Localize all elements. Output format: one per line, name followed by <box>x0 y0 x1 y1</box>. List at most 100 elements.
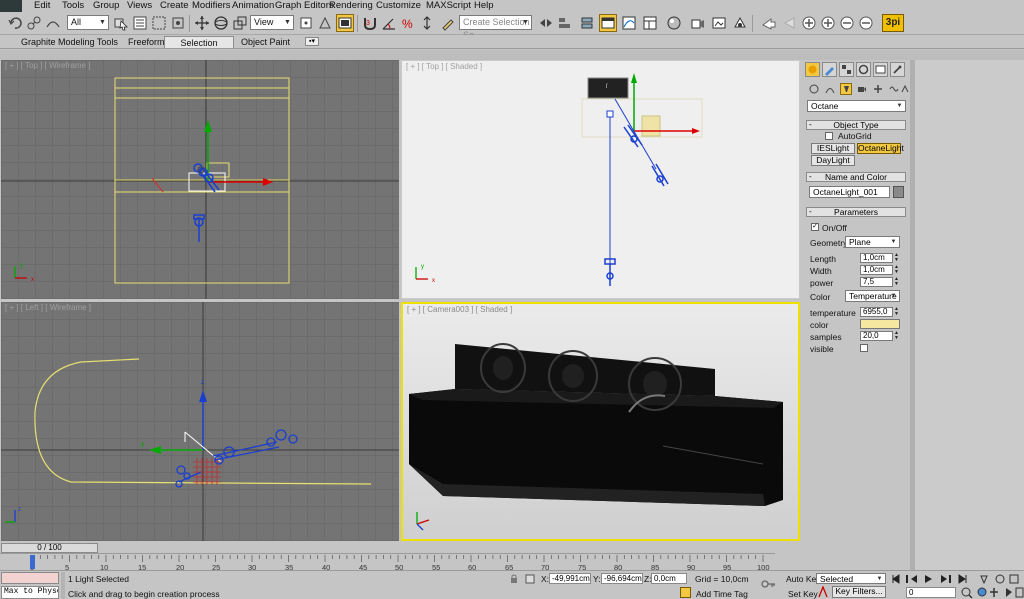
reference-coordinate-dropdown[interactable]: View ▼ <box>250 15 294 30</box>
graphite-toggle-icon[interactable] <box>599 14 617 32</box>
menu-customize[interactable]: Customize <box>376 0 421 12</box>
pivot-center-icon[interactable] <box>297 14 315 32</box>
selection-filter-dropdown[interactable]: All ▼ <box>67 15 109 30</box>
rollout-parameters[interactable]: - Parameters <box>806 207 906 217</box>
modify-tab-icon[interactable] <box>822 62 837 77</box>
curve-editor-icon[interactable] <box>620 14 638 32</box>
tab-selection[interactable]: Selection <box>164 36 234 48</box>
spinner-arrows-icon[interactable]: ▲ ▼ <box>893 277 900 287</box>
current-frame-field[interactable]: 0 <box>906 587 956 598</box>
window-crossing-icon[interactable] <box>169 14 187 32</box>
menu-group[interactable]: Group <box>93 0 119 12</box>
time-slider-track[interactable] <box>99 543 775 553</box>
listener-handle[interactable] <box>61 572 65 599</box>
temperature-spinner[interactable]: 6955,0 <box>860 307 893 317</box>
create-tab-icon[interactable] <box>805 62 820 77</box>
undo-icon[interactable] <box>6 14 24 32</box>
named-selection-set-field[interactable]: Create Selection Se▼ <box>459 15 532 40</box>
lights-icon[interactable] <box>840 83 852 95</box>
menu-animation[interactable]: Animation <box>232 0 274 12</box>
z-coordinate-field[interactable]: 0,0cm <box>651 573 687 584</box>
object-name-field[interactable]: OctaneLight_001 <box>809 186 890 198</box>
light-category-dropdown[interactable]: Octane ▼ <box>807 100 906 112</box>
tab-graphite-modeling-tools[interactable]: Graphite Modeling Tools <box>16 36 123 48</box>
minus-circle-icon[interactable] <box>838 14 856 32</box>
bind-space-warp-icon[interactable] <box>44 14 62 32</box>
maxscript-listener-top[interactable] <box>1 572 59 584</box>
arrow-tool-icon[interactable] <box>760 14 778 32</box>
render-setup-icon[interactable] <box>689 14 707 32</box>
light-color-swatch[interactable] <box>860 319 900 329</box>
geometry-sphere-icon[interactable] <box>808 83 820 95</box>
add-time-tag-button[interactable]: Add Time Tag <box>696 589 748 599</box>
viewport-top-wireframe[interactable]: [ + ] [ Top ] [ Wireframe ] y x <box>1 60 399 299</box>
menu-tools[interactable]: Tools <box>62 0 84 12</box>
tab-freeform[interactable]: Freeform <box>123 36 170 48</box>
percent-snap-icon[interactable]: % <box>399 14 417 32</box>
key-icon[interactable] <box>760 576 776 592</box>
spinner-arrows-icon[interactable]: ▲ ▼ <box>893 265 900 275</box>
select-by-name-icon[interactable] <box>131 14 149 32</box>
playback-controls-icons[interactable] <box>889 572 1024 586</box>
manipulate-icon[interactable] <box>316 14 334 32</box>
snaps-toggle-icon[interactable]: 3 <box>361 14 379 32</box>
menu-views[interactable]: Views <box>127 0 152 12</box>
viewport-top-shaded[interactable]: [ + ] [ Top ] [ Shaded ] ſ y x <box>401 60 800 299</box>
track-bar[interactable]: 0 5 10 15 20 25 30 35 40 45 50 55 60 65 … <box>0 553 775 572</box>
y-coordinate-field[interactable]: -96,694cm <box>601 573 643 584</box>
move-icon[interactable] <box>193 14 211 32</box>
layer-manager-icon[interactable] <box>578 14 596 32</box>
power-spinner[interactable]: 7,5 <box>860 277 893 287</box>
on-off-checkbox[interactable]: ✓ <box>811 223 819 231</box>
disabled-tool-icon[interactable] <box>781 14 799 32</box>
app-logo-icon[interactable] <box>0 0 22 12</box>
plugin-logo-button[interactable]: 3pi <box>882 14 904 32</box>
hierarchy-tab-icon[interactable] <box>839 62 854 77</box>
set-key-button[interactable]: Set Key <box>788 589 818 599</box>
geometry-dropdown[interactable]: Plane ▼ <box>845 236 900 248</box>
maxscript-listener-field[interactable]: Max to Physc <box>1 586 59 599</box>
shapes-icon[interactable] <box>824 83 836 95</box>
x-coordinate-field[interactable]: -49,991cm <box>549 573 591 584</box>
autogrid-checkbox[interactable] <box>825 132 833 140</box>
plus-circle-icon[interactable] <box>819 14 837 32</box>
select-object-icon[interactable] <box>112 14 130 32</box>
minus-circle-icon[interactable] <box>857 14 875 32</box>
spinner-arrows-icon[interactable]: ▲ ▼ <box>893 307 900 317</box>
daylight-button[interactable]: DayLight <box>811 155 855 166</box>
time-tag-icon[interactable] <box>680 587 691 598</box>
viewport-navigation-icons[interactable] <box>960 586 1024 599</box>
rendered-frame-window-icon[interactable] <box>710 14 728 32</box>
edit-named-selection-icon[interactable] <box>439 14 457 32</box>
scale-icon[interactable] <box>231 14 249 32</box>
ieslight-button[interactable]: IESLight <box>811 143 855 154</box>
visible-checkbox[interactable] <box>860 344 868 352</box>
motion-tab-icon[interactable] <box>856 62 871 77</box>
rollout-name-and-color[interactable]: - Name and Color <box>806 172 906 182</box>
menu-help[interactable]: Help <box>474 0 494 12</box>
plus-circle-icon[interactable] <box>800 14 818 32</box>
ribbon-options-button[interactable]: ▪▾ <box>305 37 319 46</box>
utilities-tab-icon[interactable] <box>890 62 905 77</box>
keyboard-shortcut-override-icon[interactable] <box>336 14 354 32</box>
set-key-mode-icon[interactable] <box>818 585 828 598</box>
menu-graph-editors[interactable]: Graph Editors <box>275 0 334 12</box>
menu-rendering[interactable]: Rendering <box>329 0 373 12</box>
schematic-view-icon[interactable] <box>641 14 659 32</box>
octanelight-button[interactable]: OctaneLight <box>857 143 904 154</box>
spinner-arrows-icon[interactable]: ▲ ▼ <box>893 331 900 341</box>
lock-selection-icon[interactable] <box>509 574 519 584</box>
key-filters-button[interactable]: Key Filters... <box>832 586 886 598</box>
time-slider[interactable]: 0 / 100 <box>1 543 98 553</box>
rotate-icon[interactable] <box>212 14 230 32</box>
viewport-left-wireframe[interactable]: [ + ] [ Left ] [ Wireframe ] z y z <box>1 302 399 541</box>
menu-edit[interactable]: Edit <box>34 0 50 12</box>
angle-snap-icon[interactable] <box>380 14 398 32</box>
color-mode-dropdown[interactable]: Temperature ▼ <box>845 290 900 302</box>
samples-spinner[interactable]: 20,0 <box>860 331 893 341</box>
menu-maxscript[interactable]: MAXScript <box>426 0 471 12</box>
length-spinner[interactable]: 1,0cm <box>860 253 893 263</box>
helpers-icon[interactable] <box>872 83 884 95</box>
region-select-icon[interactable] <box>150 14 168 32</box>
cameras-icon[interactable] <box>856 83 868 95</box>
